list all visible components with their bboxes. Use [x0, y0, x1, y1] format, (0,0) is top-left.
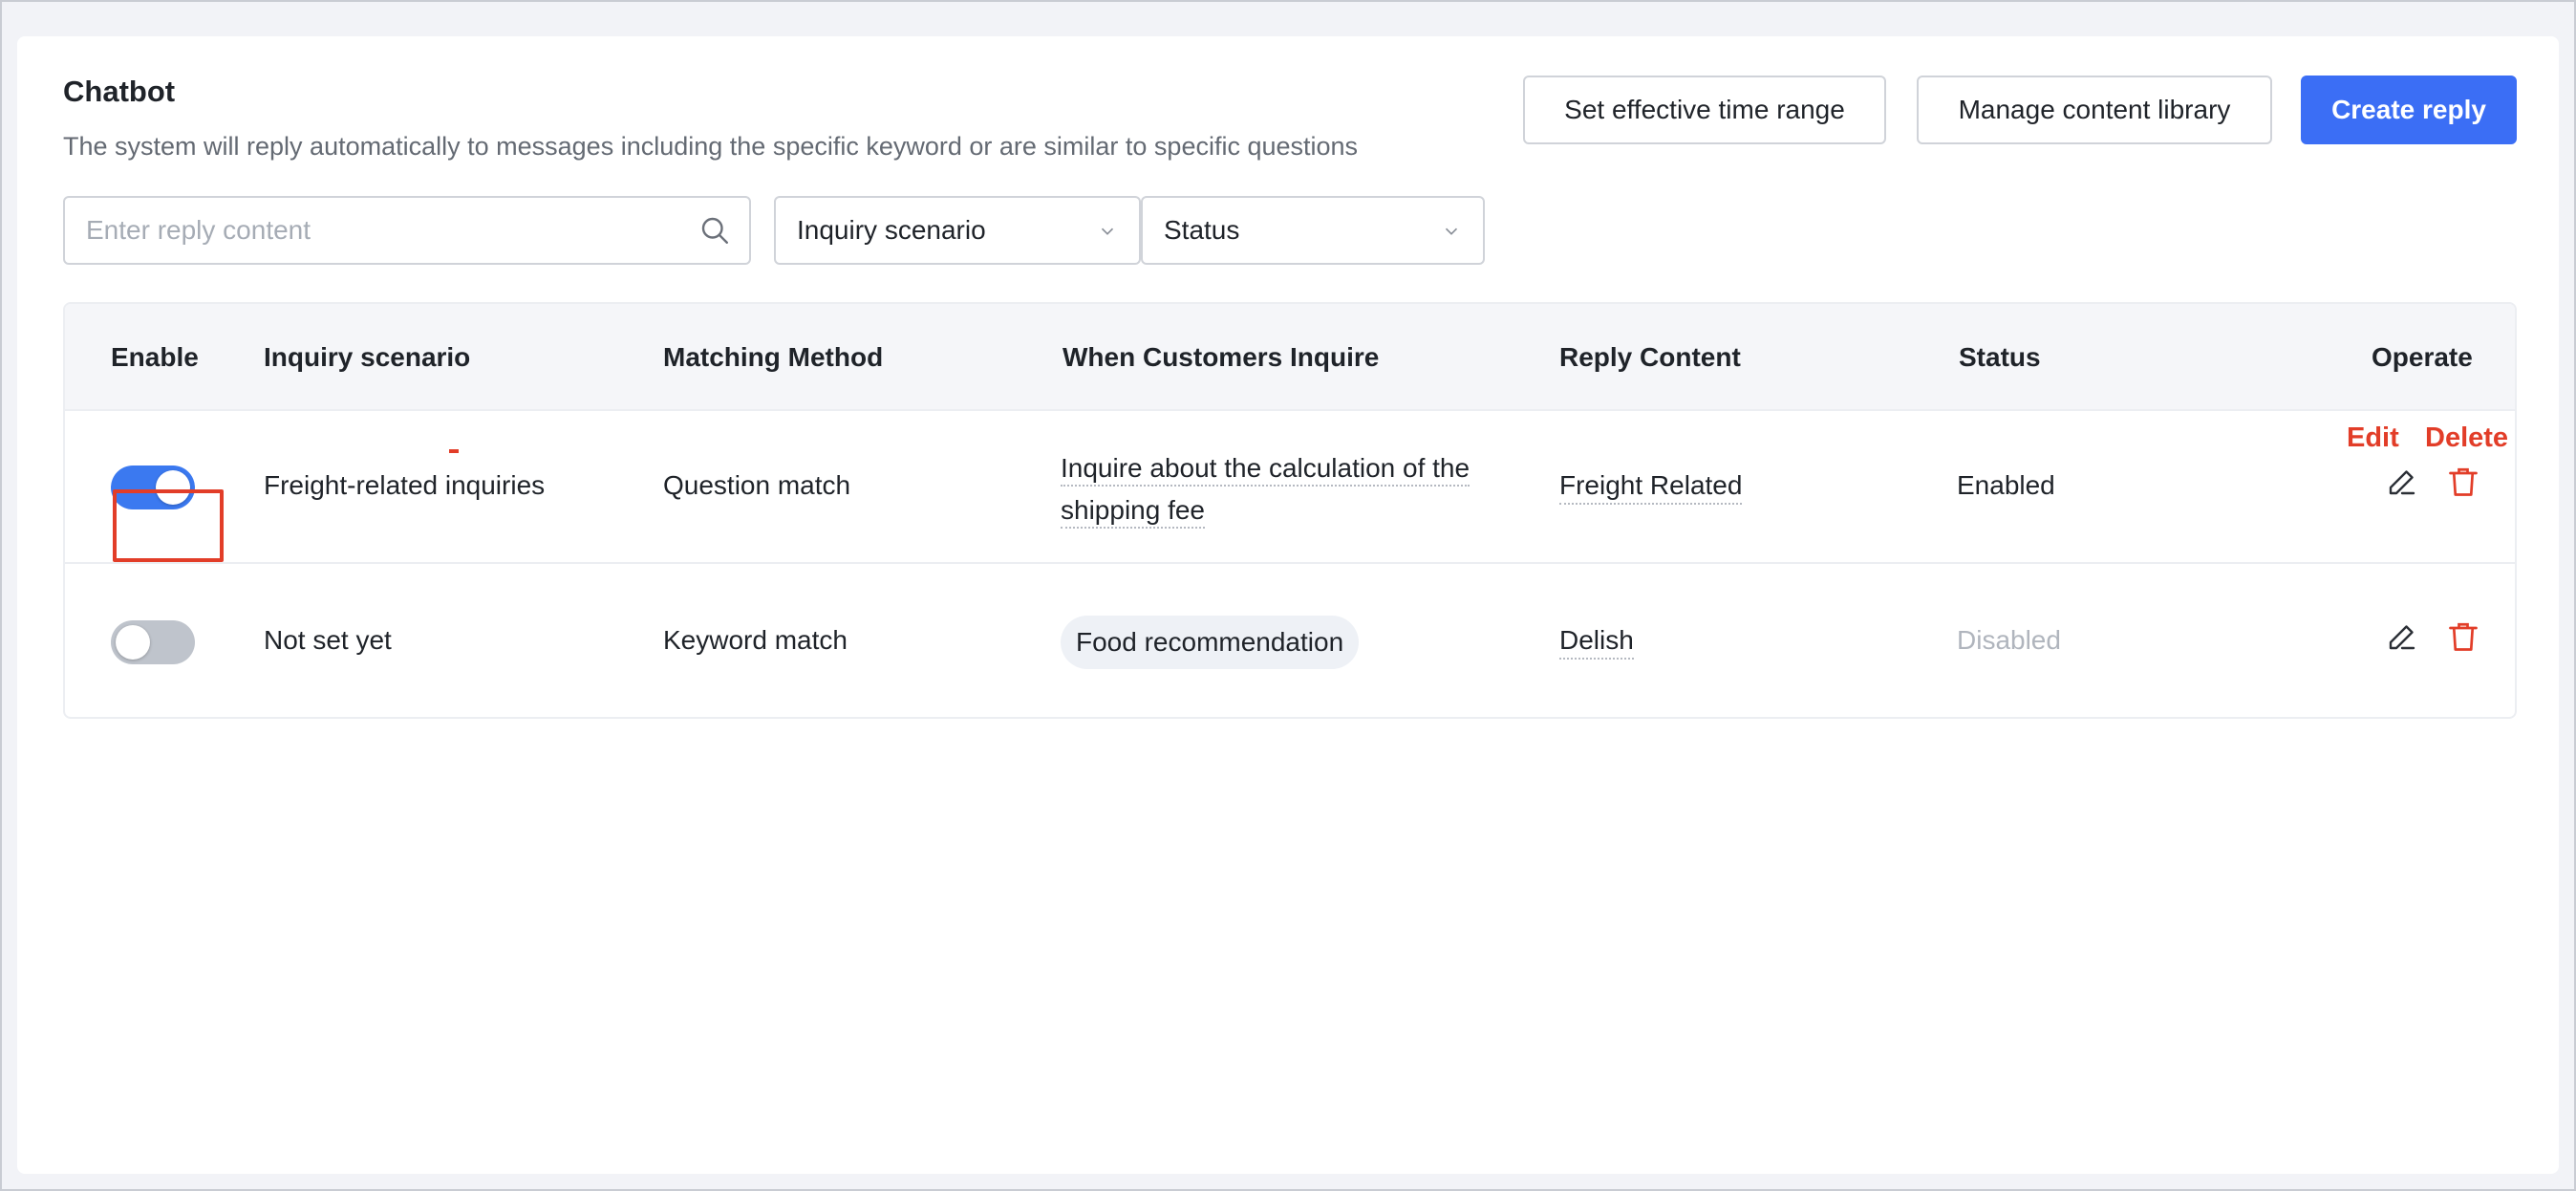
- toggle-highlight-box: [113, 489, 224, 562]
- table-row: Freight-related inquiries Question match…: [65, 411, 2515, 564]
- scenario-cell: Freight-related inquiries: [264, 470, 546, 500]
- table-header: Enable Inquiry scenario Matching Method …: [65, 304, 2515, 411]
- edit-icon[interactable]: [2385, 465, 2419, 499]
- enable-toggle[interactable]: [111, 620, 195, 664]
- annotation-dash: [449, 449, 459, 453]
- delete-annotation: Delete: [2425, 422, 2509, 453]
- status-select-label: Status: [1164, 215, 1240, 245]
- page-title: Chatbot: [63, 75, 176, 108]
- when-inquire-cell[interactable]: Inquire about the calculation of the shi…: [1061, 447, 1470, 531]
- search-box: [63, 196, 751, 265]
- edit-icon[interactable]: [2385, 619, 2419, 654]
- reply-content-link[interactable]: Freight Related: [1559, 470, 1743, 505]
- column-header-when-inquire: When Customers Inquire: [1063, 342, 1380, 372]
- column-header-status: Status: [1959, 342, 2041, 372]
- table-row: Not set yet Keyword match Food recommend…: [65, 566, 2515, 717]
- matching-method-cell: Question match: [663, 470, 851, 500]
- column-header-operate: Operate: [2372, 342, 2473, 372]
- delete-icon[interactable]: [2446, 619, 2480, 654]
- edit-annotation: Edit: [2347, 422, 2399, 453]
- create-reply-button[interactable]: Create reply: [2301, 76, 2517, 144]
- inquire-text-line2: shipping fee: [1061, 495, 1206, 529]
- chevron-down-icon: [1445, 227, 1458, 235]
- column-header-scenario: Inquiry scenario: [264, 342, 471, 372]
- reply-content-link[interactable]: Delish: [1559, 625, 1634, 660]
- inquiry-scenario-select-label: Inquiry scenario: [797, 215, 986, 245]
- status-cell: Disabled: [1957, 625, 2061, 655]
- inquire-text-line1: Inquire about the calculation of the: [1061, 453, 1470, 487]
- status-cell: Enabled: [1957, 470, 2055, 500]
- page-subtitle: The system will reply automatically to m…: [63, 132, 1359, 161]
- delete-icon[interactable]: [2446, 465, 2480, 499]
- inquiry-scenario-select[interactable]: Inquiry scenario: [774, 196, 1141, 265]
- column-header-enable: Enable: [111, 342, 199, 372]
- window-frame: Chatbot The system will reply automatica…: [0, 0, 2576, 1191]
- chatbot-panel: Chatbot The system will reply automatica…: [17, 36, 2559, 1174]
- status-select[interactable]: Status: [1141, 196, 1485, 265]
- manage-content-library-button[interactable]: Manage content library: [1917, 76, 2272, 144]
- toggle-knob: [116, 625, 150, 660]
- search-icon[interactable]: [698, 213, 732, 248]
- scenario-cell: Not set yet: [264, 625, 392, 655]
- matching-method-cell: Keyword match: [663, 625, 848, 655]
- keyword-tag: Food recommendation: [1061, 616, 1360, 669]
- replies-table: Enable Inquiry scenario Matching Method …: [63, 302, 2517, 719]
- chevron-down-icon: [1101, 227, 1114, 235]
- search-input[interactable]: [86, 198, 659, 263]
- column-header-matching-method: Matching Method: [663, 342, 884, 372]
- column-header-reply-content: Reply Content: [1559, 342, 1741, 372]
- set-effective-time-button[interactable]: Set effective time range: [1523, 76, 1886, 144]
